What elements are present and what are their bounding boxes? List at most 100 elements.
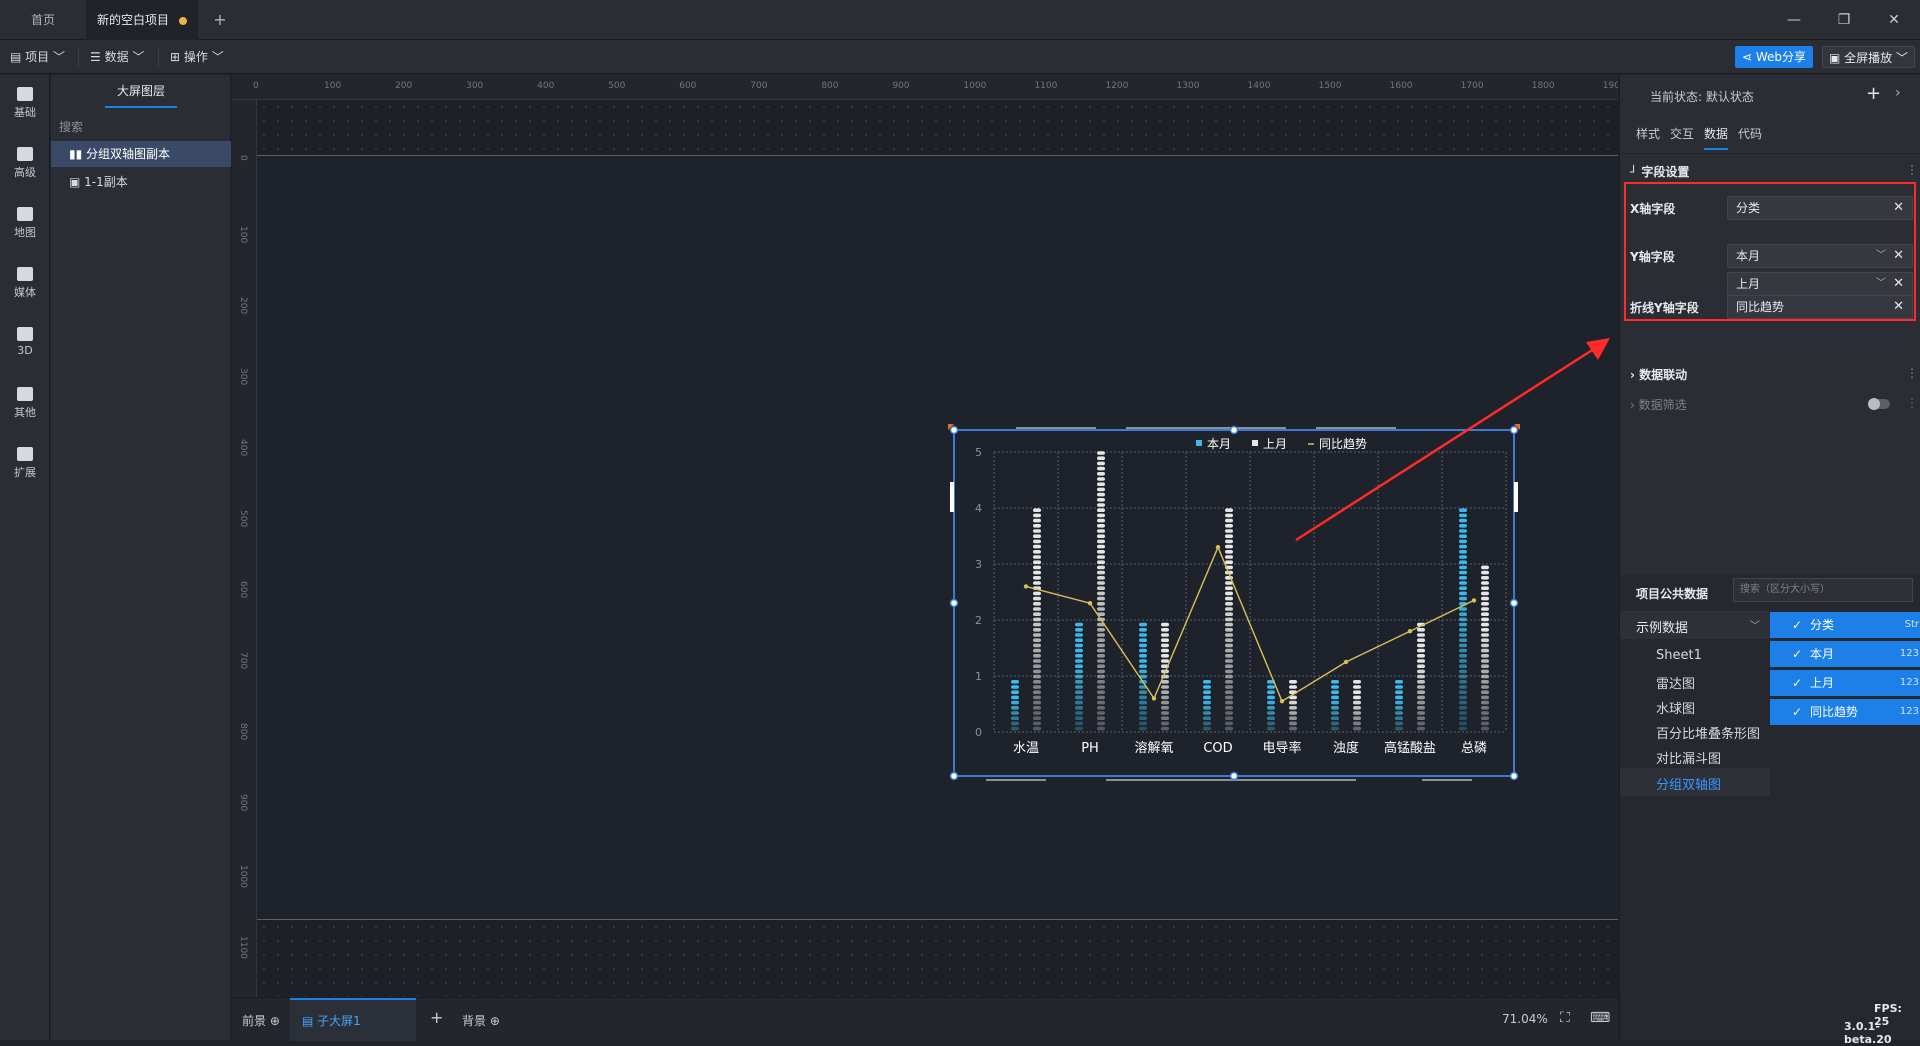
more-icon[interactable]: ⋮	[1906, 163, 1918, 177]
close-button[interactable]: ✕	[1880, 8, 1908, 32]
add-subscreen-button[interactable]: +	[430, 1008, 443, 1027]
bar-segment	[1033, 664, 1041, 668]
operate-menu[interactable]: ⊞ 操作 ﹀	[170, 48, 224, 66]
bar-segment	[1417, 721, 1425, 726]
bar-segment	[1225, 602, 1233, 606]
add-circle-icon[interactable]: ⊕	[266, 1014, 280, 1028]
bar-segment	[1417, 628, 1425, 632]
fit-screen-icon[interactable]: ⛶	[1560, 1010, 1570, 1026]
divider	[1620, 153, 1920, 154]
bar-segment	[1481, 716, 1489, 720]
data-filter-header[interactable]: › 数据筛选	[1630, 396, 1687, 413]
add-state-button[interactable]: +	[1866, 83, 1881, 104]
tab-interaction[interactable]: 交互	[1670, 125, 1694, 142]
bar-segment	[1459, 565, 1467, 570]
zoom-level[interactable]: 71.04%	[1502, 1012, 1548, 1026]
ruler-tick: 400	[238, 439, 248, 457]
nav-basic[interactable]: 基础	[0, 87, 50, 120]
dataset-item[interactable]: Sheet1	[1656, 648, 1702, 663]
tab-code[interactable]: 代码	[1738, 125, 1762, 142]
bar-segment	[1481, 628, 1489, 632]
data-menu[interactable]: ☰ 数据 ﹀	[90, 48, 144, 66]
keyboard-icon[interactable]: ⌨	[1590, 1010, 1610, 1026]
nav-media[interactable]: 媒体	[0, 267, 50, 300]
bar-segment	[1481, 586, 1489, 590]
y-field-select-1[interactable]: 本月 ﹀ ✕	[1727, 244, 1913, 268]
layer-item[interactable]: ▣ 1-1副本	[51, 169, 231, 195]
dataset-item-selected[interactable]: 分组双轴图	[1656, 774, 1721, 793]
bar-segment	[1161, 659, 1169, 663]
nav-other[interactable]: 其他	[0, 387, 50, 420]
resize-handle[interactable]	[1509, 598, 1519, 608]
resize-handle[interactable]	[1509, 771, 1519, 781]
bar-segment	[1225, 721, 1233, 726]
bar-segment	[1481, 565, 1489, 570]
resize-handle[interactable]	[949, 771, 959, 781]
resize-handle[interactable]	[949, 425, 959, 435]
nav-3d[interactable]: 3D	[0, 327, 50, 357]
ruler-tick: 500	[608, 81, 626, 91]
collapse-panel-button[interactable]: ›	[1895, 85, 1901, 101]
close-icon[interactable]: ✕	[1893, 273, 1904, 295]
canvas-grid-bottom	[257, 920, 1618, 997]
resize-handle[interactable]	[949, 598, 959, 608]
field-settings-header[interactable]: ┘ 字段设置	[1630, 163, 1689, 180]
dataset-item[interactable]: 对比漏斗图	[1656, 748, 1721, 767]
bar-segment	[1033, 617, 1041, 622]
layer-search-input[interactable]: 搜索	[59, 115, 223, 139]
field-item[interactable]: ✓ 上月 123	[1770, 670, 1920, 696]
data-filter-toggle[interactable]	[1868, 398, 1890, 410]
bar-segment	[1011, 680, 1019, 684]
y-tick-label: 2	[975, 614, 982, 627]
trend-point	[1215, 545, 1221, 550]
project-menu[interactable]: ▤ 项目 ﹀	[10, 48, 65, 66]
close-icon[interactable]: ✕	[1893, 197, 1904, 219]
data-link-header[interactable]: › 数据联动	[1630, 366, 1687, 383]
bar-segment	[1097, 706, 1105, 710]
layers-title-tab[interactable]: 大屏图层	[51, 75, 231, 113]
close-icon[interactable]: ✕	[1893, 296, 1904, 318]
tab-data[interactable]: 数据	[1704, 125, 1729, 150]
nav-extend[interactable]: 扩展	[0, 447, 50, 480]
web-share-button[interactable]: ⋖ Web分享	[1735, 46, 1814, 68]
add-circle-icon[interactable]: ⊕	[486, 1014, 500, 1028]
bar-segment	[1225, 550, 1233, 554]
x-field-select[interactable]: 分类 ✕	[1727, 196, 1913, 220]
tab-home[interactable]: 首页	[0, 0, 86, 40]
field-item[interactable]: ✓ 本月 123	[1770, 641, 1920, 667]
more-icon[interactable]: ⋮	[1906, 396, 1918, 410]
more-icon[interactable]: ⋮	[1906, 366, 1918, 380]
nav-extend-label: 扩展	[14, 466, 36, 479]
bar-segment	[1139, 716, 1147, 720]
tab-project[interactable]: 新的空白项目	[86, 0, 198, 40]
nav-map[interactable]: 地图	[0, 207, 50, 240]
field-item[interactable]: ✓ 分类 Str	[1770, 612, 1920, 638]
line-field-select[interactable]: 同比趋势 ✕	[1727, 295, 1913, 319]
nav-advanced[interactable]: 高级	[0, 147, 50, 180]
dataset-item[interactable]: 水球图	[1656, 698, 1695, 717]
public-data-search-input[interactable]: 搜索（区分大小写）	[1733, 578, 1913, 602]
bar-segment	[1139, 669, 1147, 674]
y-field-select-2[interactable]: 上月 ﹀ ✕	[1727, 272, 1913, 296]
restore-button[interactable]: ❐	[1830, 8, 1858, 32]
bar-segment	[1481, 654, 1489, 658]
foreground-label: 前景	[242, 1014, 267, 1028]
bar-segment	[1417, 643, 1425, 648]
bar-segment	[1075, 695, 1083, 700]
add-tab-button[interactable]: +	[208, 0, 232, 40]
fullscreen-button[interactable]: ▣ 全屏播放 ﹀	[1822, 46, 1915, 68]
tab-style[interactable]: 样式	[1636, 125, 1660, 142]
resize-handle[interactable]	[1229, 425, 1239, 435]
bar-segment	[1481, 685, 1489, 689]
field-item[interactable]: ✓ 同比趋势 123	[1770, 699, 1920, 725]
minimize-button[interactable]: —	[1780, 8, 1808, 32]
dataset-item[interactable]: 百分比堆叠条形图	[1656, 723, 1760, 742]
bar-segment	[1417, 685, 1425, 689]
layer-item[interactable]: ▮▮ 分组双轴图副本	[51, 141, 231, 167]
close-icon[interactable]: ✕	[1893, 245, 1904, 267]
x-tick-label: 总磷	[1461, 741, 1487, 756]
dataset-item[interactable]: 雷达图	[1656, 673, 1695, 692]
foreground-tab[interactable]: 前景 ⊕	[242, 1012, 280, 1029]
background-tab[interactable]: 背景 ⊕	[462, 1012, 500, 1029]
resize-handle[interactable]	[1229, 771, 1239, 781]
